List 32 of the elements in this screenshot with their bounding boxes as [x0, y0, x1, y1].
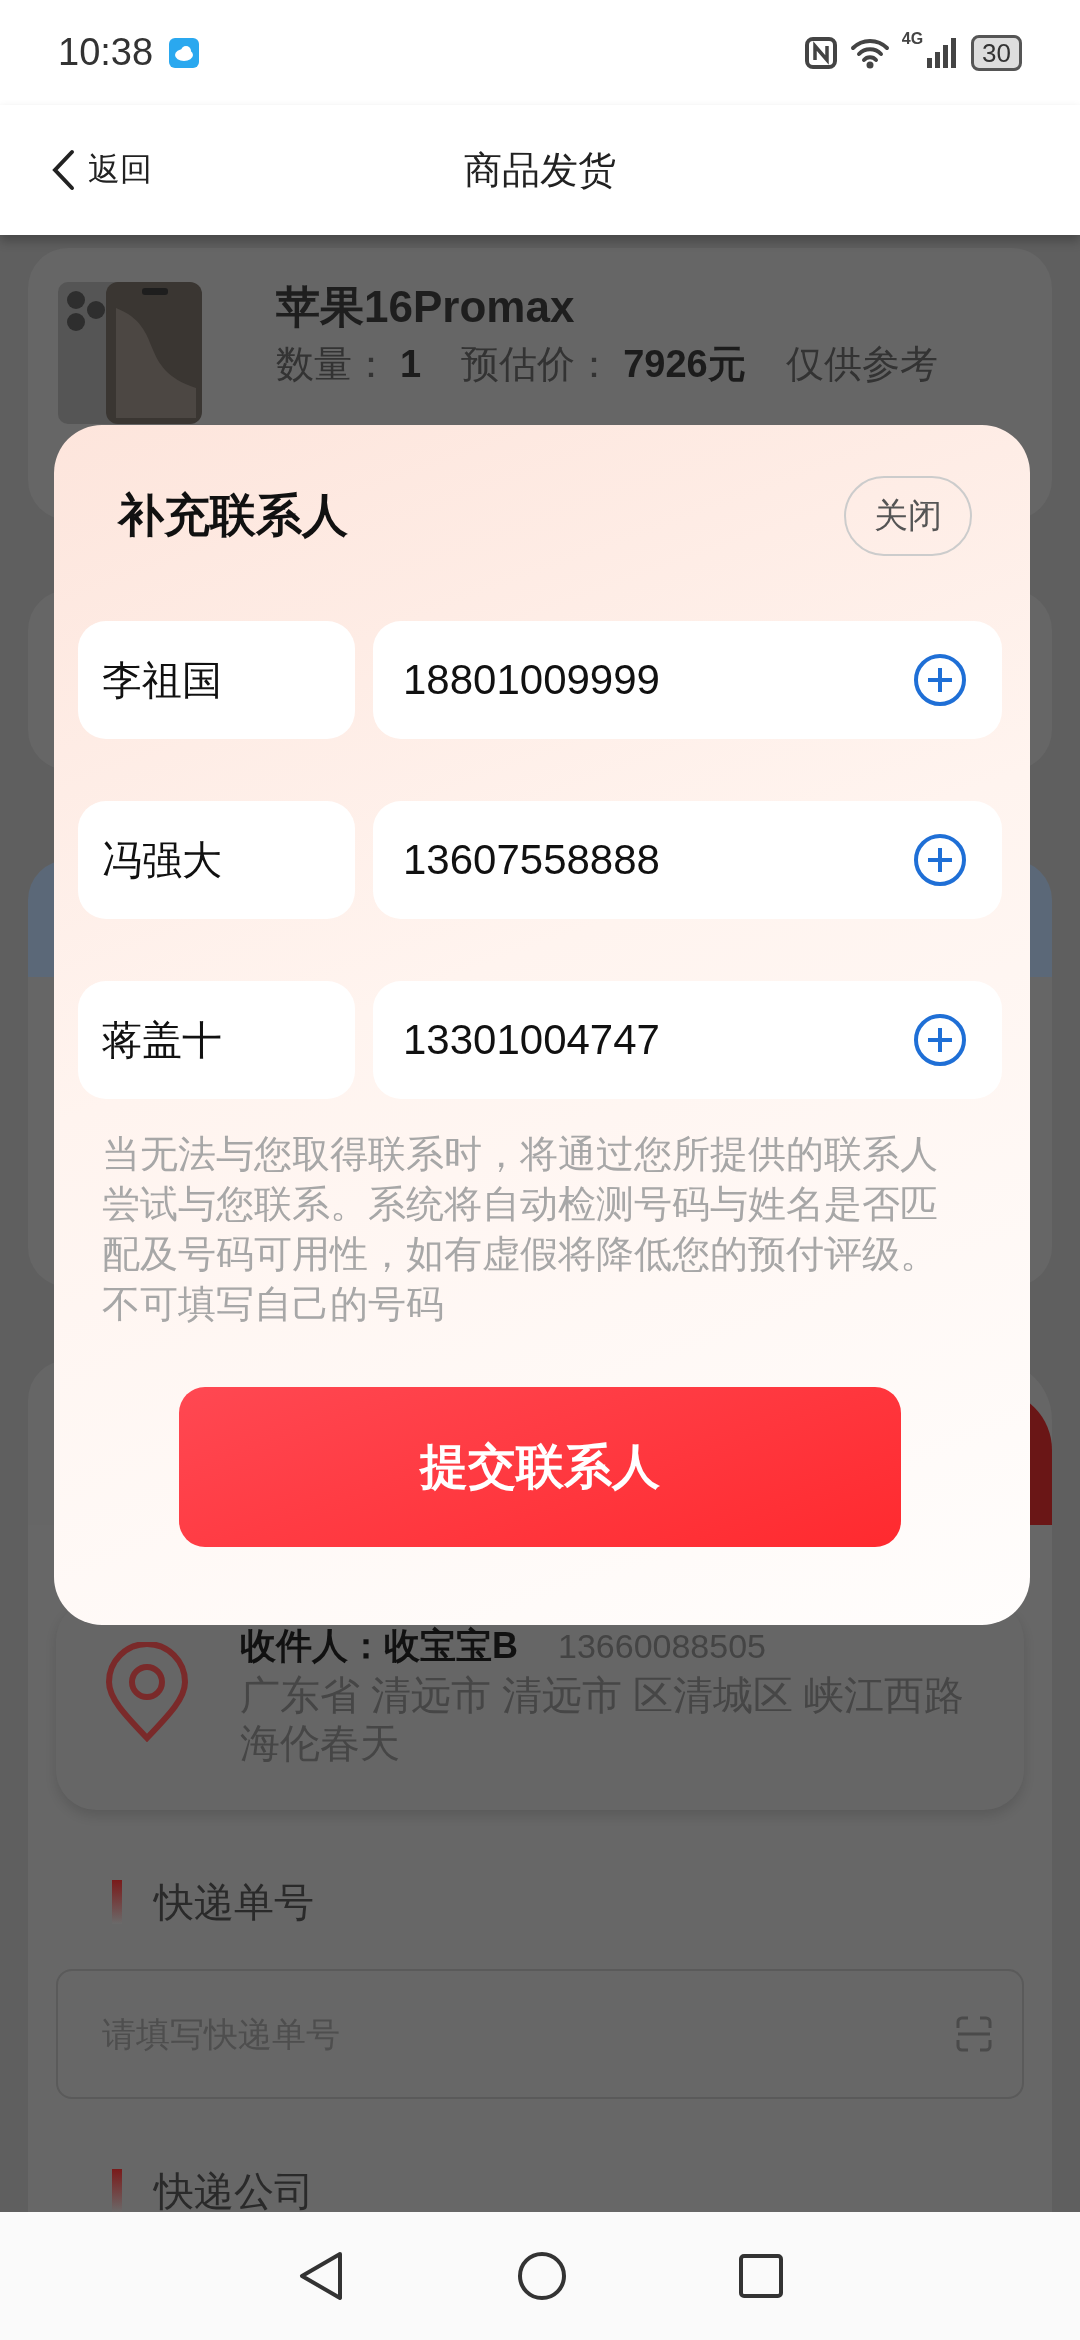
name-field[interactable]: 冯强大	[78, 801, 355, 919]
product-name: 苹果16Promax	[276, 281, 576, 333]
phone-field[interactable]: 18801009999	[373, 621, 1002, 739]
section-title: 快递单号	[154, 1878, 314, 1926]
quantity-value: 1	[400, 343, 422, 386]
network-type: 4G	[901, 30, 924, 48]
nfc-icon	[803, 35, 838, 70]
add-icon[interactable]	[912, 652, 968, 708]
section-title: 快递公司	[154, 2167, 314, 2212]
page-title: 商品发货	[464, 147, 616, 193]
location-pin-icon	[104, 1642, 190, 1742]
back-button[interactable]: 返回	[50, 148, 152, 192]
section-marker	[112, 2169, 122, 2212]
chevron-left-icon[interactable]	[50, 148, 76, 192]
cloud-app-icon	[169, 37, 200, 68]
phone-field[interactable]: 13607558888	[373, 801, 1002, 919]
close-button[interactable]: 关闭	[844, 476, 972, 556]
status-time: 10:38	[58, 31, 154, 74]
add-icon[interactable]	[912, 832, 968, 888]
name-field[interactable]: 蒋盖十	[78, 981, 355, 1099]
section-marker	[112, 1880, 122, 1924]
phone-field[interactable]: 13301004747	[373, 981, 1002, 1099]
recipient-name: 收件人：收宝宝B	[240, 1624, 518, 1668]
submit-button[interactable]: 提交联系人	[179, 1387, 901, 1547]
price-value: 7926元	[623, 342, 746, 387]
home-nav-icon[interactable]	[516, 2250, 568, 2302]
add-icon[interactable]	[912, 1012, 968, 1068]
battery-indicator: 30	[971, 34, 1022, 71]
name-field[interactable]: 李祖国	[78, 621, 355, 739]
dialog-title: 补充联系人	[118, 488, 348, 543]
recents-nav-icon[interactable]	[738, 2253, 784, 2299]
notice-text: 当无法与您取得联系时，将通过您所提供的联系人尝试与您联系。系统将自动检测号码与姓名是否匹配及号码可用性，如有虚假将降低您的预付评级。不可填写自己的号码	[102, 1132, 939, 1327]
